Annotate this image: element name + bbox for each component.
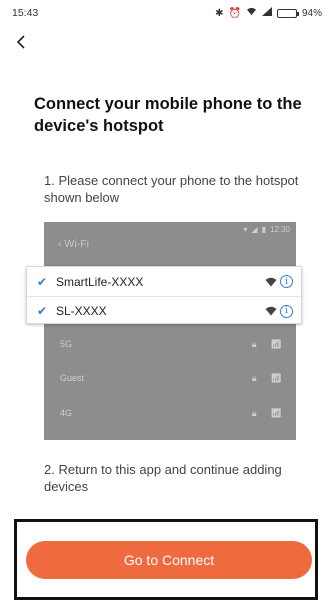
illustration-status-bar: ▾ ◢ ▮ 12:30	[243, 225, 290, 234]
highlighted-networks-card: ✔ SmartLife-XXXX i ✔ SL-XXXX i	[26, 266, 302, 324]
signal-icon	[261, 7, 272, 19]
battery-icon	[276, 8, 299, 18]
status-bar: 15:43 ✱ ⏰ 94%	[0, 0, 332, 26]
lock-icon: 🔒︎	[251, 408, 257, 418]
chevron-left-icon: ‹	[58, 238, 62, 250]
network-name: 5G	[60, 339, 73, 349]
network-item-smartlife: ✔ SmartLife-XXXX i	[27, 267, 301, 296]
illustration-network-row: 5G 🔒︎ 📶︎	[60, 339, 296, 350]
illustration-header: ‹ Wi-Fi	[58, 238, 89, 250]
lock-icon: 🔒︎	[251, 373, 257, 383]
step-1-instruction: 1. Please connect your phone to the hots…	[44, 173, 299, 205]
network-name: SmartLife-XXXX	[56, 274, 144, 289]
lock-icon: 🔒︎	[251, 339, 257, 349]
network-name: 4G	[60, 408, 73, 418]
check-icon: ✔	[37, 274, 48, 289]
status-icons: ✱ ⏰ 94%	[215, 7, 322, 19]
wifi-icon: 📶︎	[270, 373, 282, 383]
wifi-icon: ▾	[243, 225, 248, 234]
network-name: SL-XXXX	[56, 304, 107, 318]
page-title: Connect your mobile phone to the device'…	[34, 95, 302, 135]
illustration-header-label: Wi-Fi	[64, 238, 89, 250]
battery-percent: 94%	[301, 7, 322, 19]
signal-icon: ◢	[251, 225, 258, 234]
illustration-network-row: 4G 🔒︎ 📶︎	[60, 408, 296, 419]
illustration-network-row: Guest 🔒︎ 📶︎	[60, 373, 296, 384]
network-name: Guest	[60, 373, 85, 383]
illustration-time: 12:30	[269, 225, 290, 234]
wifi-icon	[246, 7, 257, 19]
wifi-settings-illustration: ▾ ◢ ▮ 12:30 ‹ Wi-Fi 5G 🔒︎ 📶︎ Guest 🔒︎ 📶︎ 4…	[44, 222, 296, 440]
status-time: 15:43	[12, 7, 39, 19]
bluetooth-icon: ✱	[215, 7, 224, 19]
network-item-sl: ✔ SL-XXXX i	[27, 296, 301, 325]
info-icon: i	[280, 275, 293, 288]
back-button[interactable]	[10, 30, 34, 54]
wifi-icon: 📶︎	[270, 408, 282, 418]
check-icon: ✔	[37, 304, 48, 318]
step-2-instruction: 2. Return to this app and continue addin…	[44, 462, 282, 494]
wifi-icon	[265, 277, 277, 286]
info-icon: i	[280, 304, 293, 318]
wifi-icon: 📶︎	[270, 339, 282, 349]
battery-icon: ▮	[261, 225, 266, 234]
alarm-icon: ⏰	[228, 7, 241, 19]
wifi-icon	[265, 306, 277, 316]
go-to-connect-button[interactable]: Go to Connect	[26, 541, 312, 579]
back-arrow-icon	[16, 35, 25, 49]
